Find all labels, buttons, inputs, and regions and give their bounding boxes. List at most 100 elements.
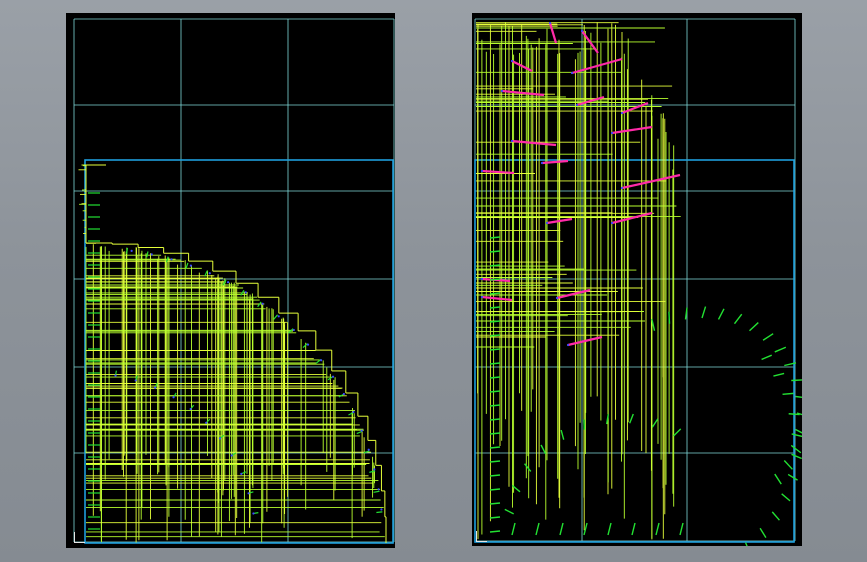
vertex-point	[570, 71, 574, 75]
vertex-point	[277, 315, 280, 318]
vertex-point	[331, 375, 335, 378]
vertex-point	[319, 359, 323, 362]
tick-mark	[356, 430, 363, 435]
vertex-point	[510, 59, 514, 63]
viewport-left[interactable]	[66, 13, 395, 548]
tick-mark	[489, 446, 501, 449]
vertex-point	[208, 272, 211, 275]
tick-mark	[185, 262, 189, 269]
tick-mark	[146, 251, 149, 258]
tick-mark	[273, 314, 279, 320]
tick-mark	[560, 429, 565, 440]
vertex-point	[480, 277, 484, 281]
tick-mark	[489, 250, 501, 253]
drawing-right	[474, 18, 802, 546]
vertex-point	[566, 343, 570, 347]
tick-mark	[791, 379, 802, 382]
tick-mark	[489, 348, 501, 351]
vertex-point	[510, 139, 514, 143]
vertex-point	[610, 131, 614, 135]
tick-mark	[631, 522, 636, 536]
vertex-point	[230, 454, 233, 457]
tick-mark	[489, 376, 501, 379]
sheet-border	[84, 159, 394, 544]
vertex-point	[134, 379, 137, 382]
tick-mark	[376, 511, 383, 514]
tick-mark	[629, 413, 634, 424]
vertex-point	[545, 221, 549, 225]
tick-mark	[489, 432, 501, 435]
tick-mark	[511, 522, 516, 536]
vertex-point	[189, 407, 192, 411]
vertex-point	[575, 103, 579, 107]
vertex-point	[170, 258, 173, 261]
vertex-point	[252, 512, 255, 515]
vertex-point	[352, 410, 355, 414]
tick-mark	[790, 444, 802, 454]
tick-mark	[489, 390, 501, 393]
tick-mark	[540, 444, 547, 455]
tick-mark	[787, 473, 798, 481]
vertex-point	[292, 328, 295, 332]
tick-mark	[782, 392, 794, 395]
tick-mark	[302, 343, 308, 349]
accent-bar	[511, 139, 557, 147]
drawing-left	[73, 18, 395, 544]
vertex-point	[172, 396, 175, 399]
tick-mark	[489, 502, 501, 505]
ucs-icon	[476, 531, 487, 542]
vertex-point	[261, 302, 264, 305]
vertex-point	[620, 111, 624, 115]
tick-mark	[504, 508, 514, 515]
tick-mark	[607, 522, 612, 536]
tick-mark	[489, 460, 501, 463]
tick-mark	[126, 247, 129, 254]
vertex-point	[580, 29, 584, 33]
tick-mark	[535, 522, 540, 536]
tick-mark	[773, 372, 785, 377]
vertex-point	[205, 421, 208, 424]
vertex-point	[367, 448, 370, 451]
tick-mark	[489, 404, 501, 407]
tick-mark	[489, 516, 501, 519]
tick-mark	[489, 488, 501, 491]
tick-mark	[791, 453, 802, 460]
tick-mark	[759, 527, 767, 539]
ucs-icon	[74, 532, 85, 543]
tick-mark	[559, 522, 564, 536]
tick-mark	[774, 346, 787, 353]
vertex-point	[377, 488, 380, 491]
tick-mark	[795, 395, 802, 399]
tick-mark	[788, 413, 800, 416]
vertex-point	[306, 343, 310, 346]
tick-mark	[489, 530, 501, 533]
vertex-point	[240, 472, 243, 475]
tick-mark	[701, 306, 707, 319]
tick-mark	[733, 313, 743, 325]
vertex-point	[555, 296, 559, 300]
tick-mark	[744, 542, 748, 546]
tick-mark	[489, 236, 501, 239]
tick-mark	[761, 354, 772, 361]
vertex-point	[480, 295, 484, 299]
tick-mark	[795, 428, 802, 434]
tick-mark	[489, 278, 501, 281]
cad-application-canvas[interactable]	[0, 0, 867, 562]
tick-mark	[523, 463, 532, 472]
vertex-point	[380, 508, 383, 511]
tick-mark	[783, 460, 793, 470]
vertex-point	[548, 21, 552, 25]
vertex-point	[114, 374, 117, 377]
tick-mark	[771, 511, 780, 521]
vertex-point	[150, 253, 153, 256]
vertex-point	[154, 386, 157, 389]
vertex-point	[620, 186, 624, 190]
viewport-right[interactable]	[472, 13, 802, 546]
vertex-point	[360, 429, 363, 432]
tick-mark	[774, 473, 782, 485]
tick-mark	[489, 418, 501, 421]
tick-mark	[717, 308, 725, 320]
tick-mark	[489, 320, 501, 323]
tick-mark	[655, 522, 660, 536]
vertex-point	[218, 437, 222, 440]
